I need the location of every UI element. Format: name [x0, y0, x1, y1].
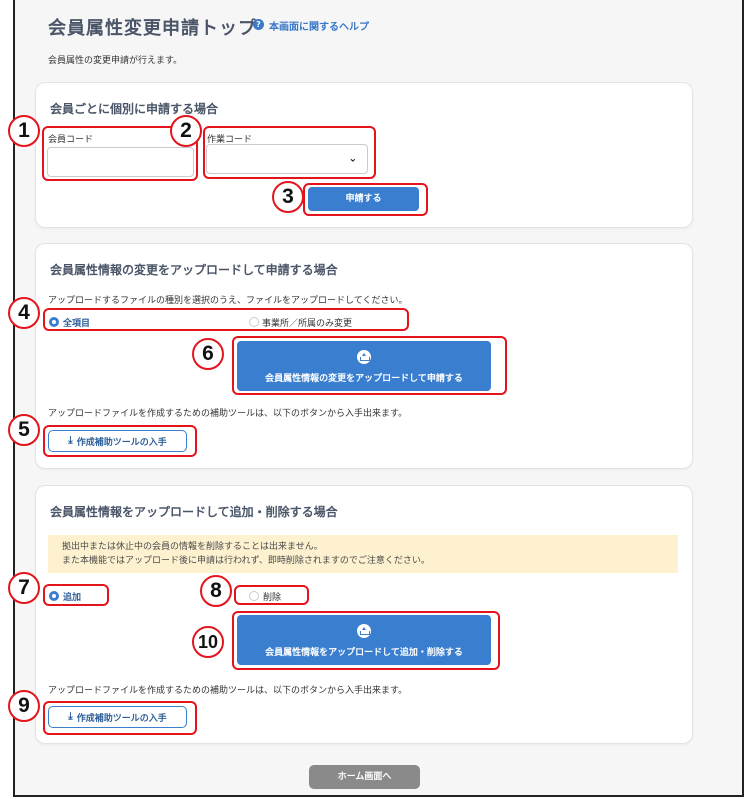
help-link[interactable]: 本画面に関するヘルプ: [269, 18, 369, 33]
callout-1: 1: [8, 115, 40, 147]
callout-6: 6: [192, 338, 224, 370]
callout-5: 5: [8, 414, 40, 446]
highlight-tool-1: [43, 425, 197, 457]
warning-box: 拠出中または休止中の会員の情報を削除することは出来ません。 また本機能ではアップ…: [48, 535, 678, 573]
help-icon[interactable]: ?: [253, 19, 264, 30]
callout-8: 8: [200, 575, 232, 607]
home-button[interactable]: ホーム画面へ: [309, 765, 420, 789]
callout-7: 7: [8, 572, 40, 604]
callout-3: 3: [272, 181, 304, 213]
section-title: 会員属性情報をアップロードして追加・削除する場合: [50, 505, 338, 519]
callout-10: 10: [192, 626, 224, 658]
page-description: 会員属性の変更申請が行えます。: [48, 56, 183, 66]
tool-note: アップロードファイルを作成するための補助ツールは、以下のボタンから入手出来ます。: [48, 409, 408, 419]
callout-2: 2: [170, 115, 202, 147]
highlight-radio-add: [43, 584, 109, 606]
tool-note: アップロードファイルを作成するための補助ツールは、以下のボタンから入手出来ます。: [48, 686, 408, 696]
warning-line-1: 拠出中または休止中の会員の情報を削除することは出来ません。: [62, 542, 323, 552]
upload-instruction: アップロードするファイルの種別を選択のうえ、ファイルをアップロードしてください。: [48, 296, 408, 306]
highlight-upload-change: [232, 336, 507, 395]
highlight-radio-delete: [234, 585, 309, 605]
warning-line-2: また本機能ではアップロード後に申請は行われず、即時削除されますのでご注意ください…: [62, 556, 430, 566]
section-title: 会員ごとに個別に申請する場合: [50, 102, 219, 116]
highlight-work-code: [203, 126, 376, 179]
highlight-tool-2: [43, 701, 197, 735]
highlight-upload-add-delete: [232, 611, 500, 670]
highlight-radio-type: [43, 308, 409, 331]
callout-9: 9: [8, 690, 40, 722]
highlight-apply: [303, 183, 428, 216]
page-title: 会員属性変更申請トップ: [48, 18, 257, 39]
section-title: 会員属性情報の変更をアップロードして申請する場合: [50, 263, 338, 277]
callout-4: 4: [8, 297, 40, 329]
